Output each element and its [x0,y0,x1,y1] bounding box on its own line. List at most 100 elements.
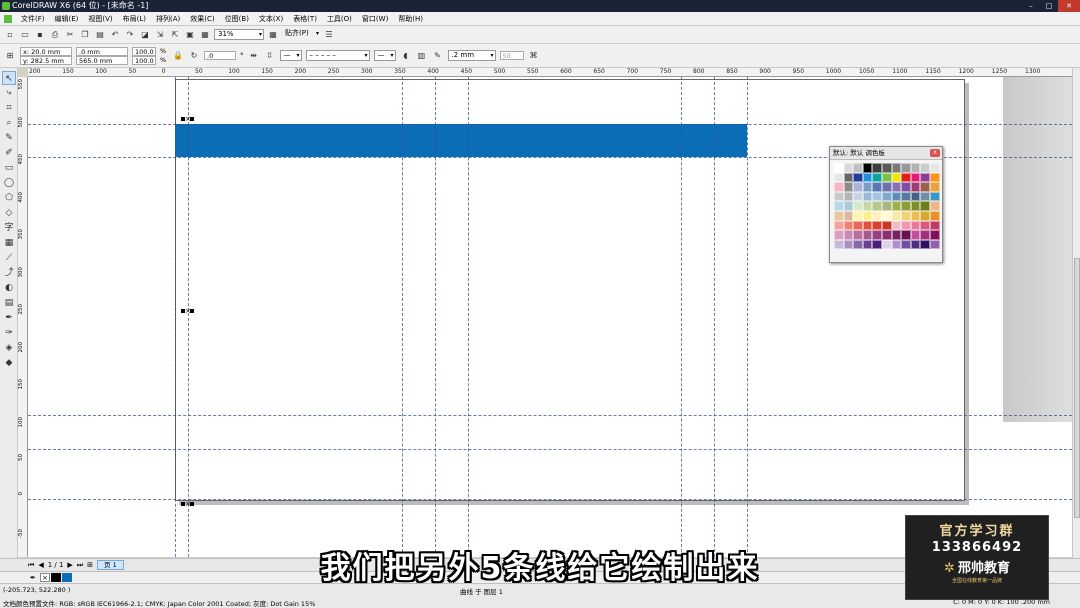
color-swatch[interactable] [891,220,902,231]
color-swatch[interactable] [910,230,921,240]
basic-shapes-icon[interactable]: ◇ [2,206,16,220]
guideline-vertical[interactable] [468,77,469,557]
mirror-v-icon[interactable]: ⇳ [264,50,276,62]
menu-window[interactable]: 窗口(W) [357,12,393,26]
color-swatch[interactable] [834,239,844,250]
color-swatch[interactable] [834,182,844,192]
shape-tool-icon[interactable]: ⤷ [2,86,16,100]
mirror-h-icon[interactable]: ⇹ [248,50,260,62]
vertical-scrollbar[interactable] [1072,68,1080,558]
color-swatch[interactable] [920,230,930,240]
color-swatch[interactable] [872,239,882,250]
snap-dropdown[interactable]: 贴齐(P) ▾ [282,29,320,40]
options-icon[interactable]: ☰ [323,29,335,41]
scrollbar-thumb[interactable] [1074,258,1080,518]
scale-y-field[interactable]: 100.0 [132,55,156,65]
color-swatch[interactable] [910,182,921,192]
eyedropper-tool-icon[interactable]: ✒ [2,311,16,325]
end-arrow-combo[interactable]: — ▾ [373,50,396,61]
color-swatch[interactable] [872,201,882,211]
color-swatch[interactable] [843,210,854,221]
object-origin-icon[interactable]: ⊞ [4,50,16,62]
fill-tool-icon[interactable]: ◈ [2,341,16,355]
menu-text[interactable]: 文本(X) [254,12,288,26]
line-style-combo[interactable]: – – – – – ▾ [305,50,370,61]
print-icon[interactable]: ⎙ [49,29,61,41]
color-swatch[interactable] [881,201,892,211]
color-swatch[interactable] [843,172,854,183]
miter-field[interactable]: 50 [499,51,524,60]
color-swatch[interactable] [910,201,921,211]
color-swatch[interactable] [834,210,844,221]
publish-pdf-icon[interactable]: ▣ [184,29,196,41]
color-swatch[interactable] [920,191,930,202]
blend-tool-icon[interactable]: ◐ [2,281,16,295]
color-swatch[interactable] [862,239,873,250]
color-swatch[interactable] [862,201,873,211]
color-swatch[interactable] [920,239,930,250]
guideline-vertical[interactable] [402,77,403,557]
color-swatch[interactable] [862,210,873,221]
guideline-horizontal[interactable] [28,124,1072,125]
color-swatch[interactable] [901,230,911,240]
color-swatch[interactable] [910,191,921,202]
color-swatch[interactable] [891,230,902,240]
color-swatch[interactable] [872,163,882,173]
color-swatch[interactable] [891,163,902,173]
smart-fill-tool-icon[interactable]: ✐ [2,146,16,160]
color-swatch[interactable] [891,210,902,221]
palette-close-button[interactable]: x [930,149,940,157]
color-swatch[interactable] [834,201,844,211]
color-swatch[interactable] [853,172,863,183]
color-swatch[interactable] [920,172,930,183]
color-swatch[interactable] [881,172,892,183]
color-swatch[interactable] [881,191,892,202]
ellipse-tool-icon[interactable]: ◯ [2,176,16,190]
new-icon[interactable]: ▫ [4,29,16,41]
color-swatch[interactable] [901,210,911,221]
color-swatch[interactable] [862,230,873,240]
full-screen-icon[interactable]: ▦ [199,29,211,41]
color-swatch[interactable] [920,220,930,231]
color-swatch[interactable] [834,163,844,173]
color-swatch[interactable] [910,220,921,231]
color-swatch[interactable] [862,163,873,173]
color-swatch[interactable] [862,172,873,183]
close-button[interactable]: ✕ [1058,0,1080,12]
menu-tools[interactable]: 工具(O) [322,12,357,26]
color-swatch[interactable] [901,191,911,202]
color-swatch[interactable] [910,210,921,221]
color-swatch[interactable] [901,182,911,192]
outline-width-combo[interactable]: .2 mm ▾ [447,50,496,61]
maximize-button[interactable]: □ [1040,0,1058,12]
menu-edit[interactable]: 编辑(E) [50,12,84,26]
polygon-tool-icon[interactable]: ⬠ [2,191,16,205]
color-palette-window[interactable]: 默认: 默认 调色板 x [829,146,943,263]
color-swatch[interactable] [843,182,854,192]
color-swatch[interactable] [901,239,911,250]
color-swatch[interactable] [891,201,902,211]
color-swatch[interactable] [929,163,940,173]
color-swatch[interactable] [929,210,940,221]
color-swatch[interactable] [910,172,921,183]
color-swatch[interactable] [910,239,921,250]
color-swatch[interactable] [881,230,892,240]
rectangle-tool-icon[interactable]: ▭ [2,161,16,175]
color-swatch[interactable] [853,182,863,192]
color-swatch[interactable] [901,201,911,211]
color-swatch[interactable] [920,182,930,192]
guideline-horizontal[interactable] [28,415,1072,416]
guideline-vertical[interactable] [747,77,748,557]
close-curve-icon[interactable]: ◖ [400,50,412,62]
color-swatch[interactable] [872,230,882,240]
color-swatch[interactable] [881,182,892,192]
menu-effects[interactable]: 效果(C) [185,12,219,26]
color-swatch[interactable] [929,191,940,202]
to-curves-icon[interactable]: ⌘ [528,50,540,62]
desktop-gray-rectangle[interactable] [1003,77,1072,422]
color-swatch[interactable] [881,163,892,173]
color-swatch[interactable] [872,210,882,221]
outline-tool-icon[interactable]: ✑ [2,326,16,340]
lock-ratio-icon[interactable]: 🔒 [172,50,184,62]
color-swatch[interactable] [929,239,940,250]
